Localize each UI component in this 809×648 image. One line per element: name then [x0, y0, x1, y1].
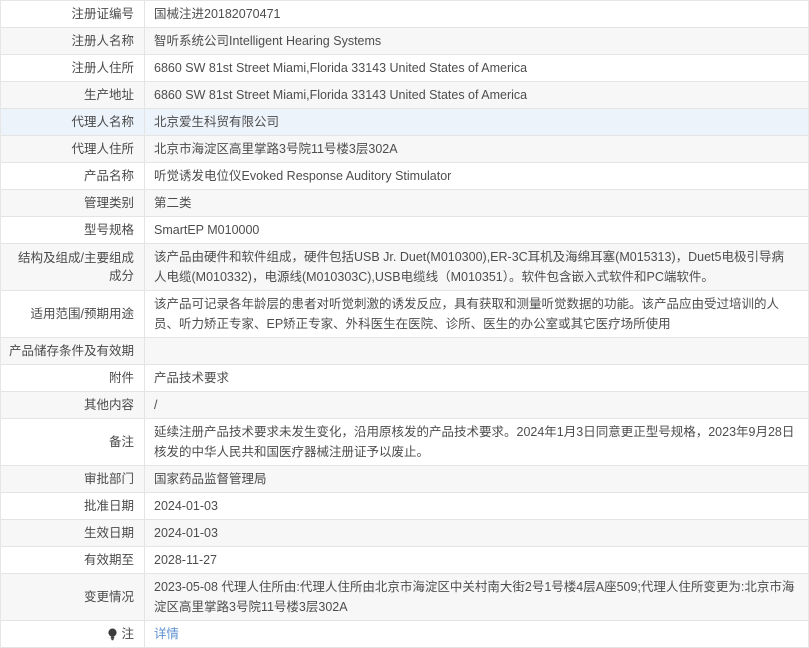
row-value: 2024-01-03	[145, 493, 808, 519]
table-row-note: 注 详情	[1, 621, 808, 648]
row-value-text: 国械注进20182070471	[154, 7, 281, 21]
table-row: 管理类别 第二类	[1, 190, 808, 217]
row-label: 代理人住所	[1, 136, 145, 162]
row-value: 2024-01-03	[145, 520, 808, 546]
row-value: 国械注进20182070471	[145, 1, 808, 27]
row-label: 生产地址	[1, 82, 145, 108]
row-value: 2023-05-08 代理人住所由:代理人住所由北京市海淀区中关村南大街2号1号…	[145, 574, 808, 620]
row-label: 产品储存条件及有效期	[1, 338, 145, 364]
row-value-text: 听觉诱发电位仪Evoked Response Auditory Stimulat…	[154, 169, 452, 183]
row-value-text: 2024-01-03	[154, 499, 218, 513]
table-row: 产品名称 听觉诱发电位仪Evoked Response Auditory Sti…	[1, 163, 808, 190]
row-value: 听觉诱发电位仪Evoked Response Auditory Stimulat…	[145, 163, 808, 189]
row-value-text: 2023-05-08 代理人住所由:代理人住所由北京市海淀区中关村南大街2号1号…	[154, 580, 795, 614]
table-row: 附件 产品技术要求	[1, 365, 808, 392]
row-label: 管理类别	[1, 190, 145, 216]
row-value: 北京市海淀区高里掌路3号院11号楼3层302A	[145, 136, 808, 162]
row-value-text: 第二类	[154, 196, 192, 210]
table-row: 注册人名称 智听系统公司Intelligent Hearing Systems	[1, 28, 808, 55]
table-row: 变更情况 2023-05-08 代理人住所由:代理人住所由北京市海淀区中关村南大…	[1, 574, 808, 621]
row-value-text: 国家药品监督管理局	[154, 472, 267, 486]
row-value-text: 延续注册产品技术要求未发生变化，沿用原核发的产品技术要求。2024年1月3日同意…	[154, 425, 795, 459]
row-label: 代理人名称	[1, 109, 145, 135]
row-label: 注册人住所	[1, 55, 145, 81]
row-value: 该产品由硬件和软件组成，硬件包括USB Jr. Duet(M010300),ER…	[145, 244, 808, 290]
row-label: 型号规格	[1, 217, 145, 243]
table-row: 产品储存条件及有效期	[1, 338, 808, 365]
row-value: SmartEP M010000	[145, 217, 808, 243]
registration-info-table: 注册证编号 国械注进20182070471 注册人名称 智听系统公司Intell…	[0, 0, 809, 648]
row-value-text: 该产品由硬件和软件组成，硬件包括USB Jr. Duet(M010300),ER…	[154, 250, 784, 284]
row-value: 6860 SW 81st Street Miami,Florida 33143 …	[145, 55, 808, 81]
table-row: 结构及组成/主要组成成分 该产品由硬件和软件组成，硬件包括USB Jr. Due…	[1, 244, 808, 291]
row-value-text: 2024-01-03	[154, 526, 218, 540]
row-value: 2028-11-27	[145, 547, 808, 573]
row-value: 国家药品监督管理局	[145, 466, 808, 492]
row-value-text: 智听系统公司Intelligent Hearing Systems	[154, 34, 382, 48]
row-label: 注册人名称	[1, 28, 145, 54]
table-row: 代理人名称 北京爱生科贸有限公司	[1, 109, 808, 136]
row-value	[145, 338, 808, 364]
table-row: 生产地址 6860 SW 81st Street Miami,Florida 3…	[1, 82, 808, 109]
row-label: 适用范围/预期用途	[1, 291, 145, 337]
row-label: 备注	[1, 419, 145, 465]
row-value: 延续注册产品技术要求未发生变化，沿用原核发的产品技术要求。2024年1月3日同意…	[145, 419, 808, 465]
row-label: 注	[1, 621, 145, 647]
row-label: 变更情况	[1, 574, 145, 620]
row-value-text: /	[154, 398, 158, 412]
table-row: 批准日期 2024-01-03	[1, 493, 808, 520]
table-row: 适用范围/预期用途 该产品可记录各年龄层的患者对听觉刺激的诱发反应，具有获取和测…	[1, 291, 808, 338]
row-value-text: 该产品可记录各年龄层的患者对听觉刺激的诱发反应，具有获取和测量听觉数据的功能。该…	[154, 297, 780, 331]
table-row: 有效期至 2028-11-27	[1, 547, 808, 574]
row-value: 该产品可记录各年龄层的患者对听觉刺激的诱发反应，具有获取和测量听觉数据的功能。该…	[145, 291, 808, 337]
row-value: 智听系统公司Intelligent Hearing Systems	[145, 28, 808, 54]
row-value-text: 北京爱生科贸有限公司	[154, 115, 280, 129]
row-label: 附件	[1, 365, 145, 391]
row-value: 第二类	[145, 190, 808, 216]
row-value-text: 北京市海淀区高里掌路3号院11号楼3层302A	[154, 142, 398, 156]
row-label: 批准日期	[1, 493, 145, 519]
row-label: 生效日期	[1, 520, 145, 546]
row-value-text: SmartEP M010000	[154, 223, 260, 237]
table-row: 审批部门 国家药品监督管理局	[1, 466, 808, 493]
table-row: 其他内容 /	[1, 392, 808, 419]
table-row: 注册证编号 国械注进20182070471	[1, 1, 808, 28]
row-label: 产品名称	[1, 163, 145, 189]
row-label-text: 注	[121, 627, 134, 641]
row-value: /	[145, 392, 808, 418]
bulb-icon	[107, 628, 118, 641]
row-value-text: 6860 SW 81st Street Miami,Florida 33143 …	[154, 61, 528, 75]
table-row: 备注 延续注册产品技术要求未发生变化，沿用原核发的产品技术要求。2024年1月3…	[1, 419, 808, 466]
row-value: 北京爱生科贸有限公司	[145, 109, 808, 135]
row-value-text: 产品技术要求	[154, 371, 230, 385]
row-value-text: 6860 SW 81st Street Miami,Florida 33143 …	[154, 88, 528, 102]
row-value: 产品技术要求	[145, 365, 808, 391]
table-row: 生效日期 2024-01-03	[1, 520, 808, 547]
table-row: 型号规格 SmartEP M010000	[1, 217, 808, 244]
details-link[interactable]: 详情	[154, 624, 179, 644]
row-label: 其他内容	[1, 392, 145, 418]
row-label: 有效期至	[1, 547, 145, 573]
table-row: 注册人住所 6860 SW 81st Street Miami,Florida …	[1, 55, 808, 82]
row-value: 6860 SW 81st Street Miami,Florida 33143 …	[145, 82, 808, 108]
row-label: 结构及组成/主要组成成分	[1, 244, 145, 290]
row-label: 注册证编号	[1, 1, 145, 27]
row-label: 审批部门	[1, 466, 145, 492]
row-value: 详情	[145, 621, 808, 647]
table-row: 代理人住所 北京市海淀区高里掌路3号院11号楼3层302A	[1, 136, 808, 163]
row-value-text: 2028-11-27	[154, 553, 218, 567]
